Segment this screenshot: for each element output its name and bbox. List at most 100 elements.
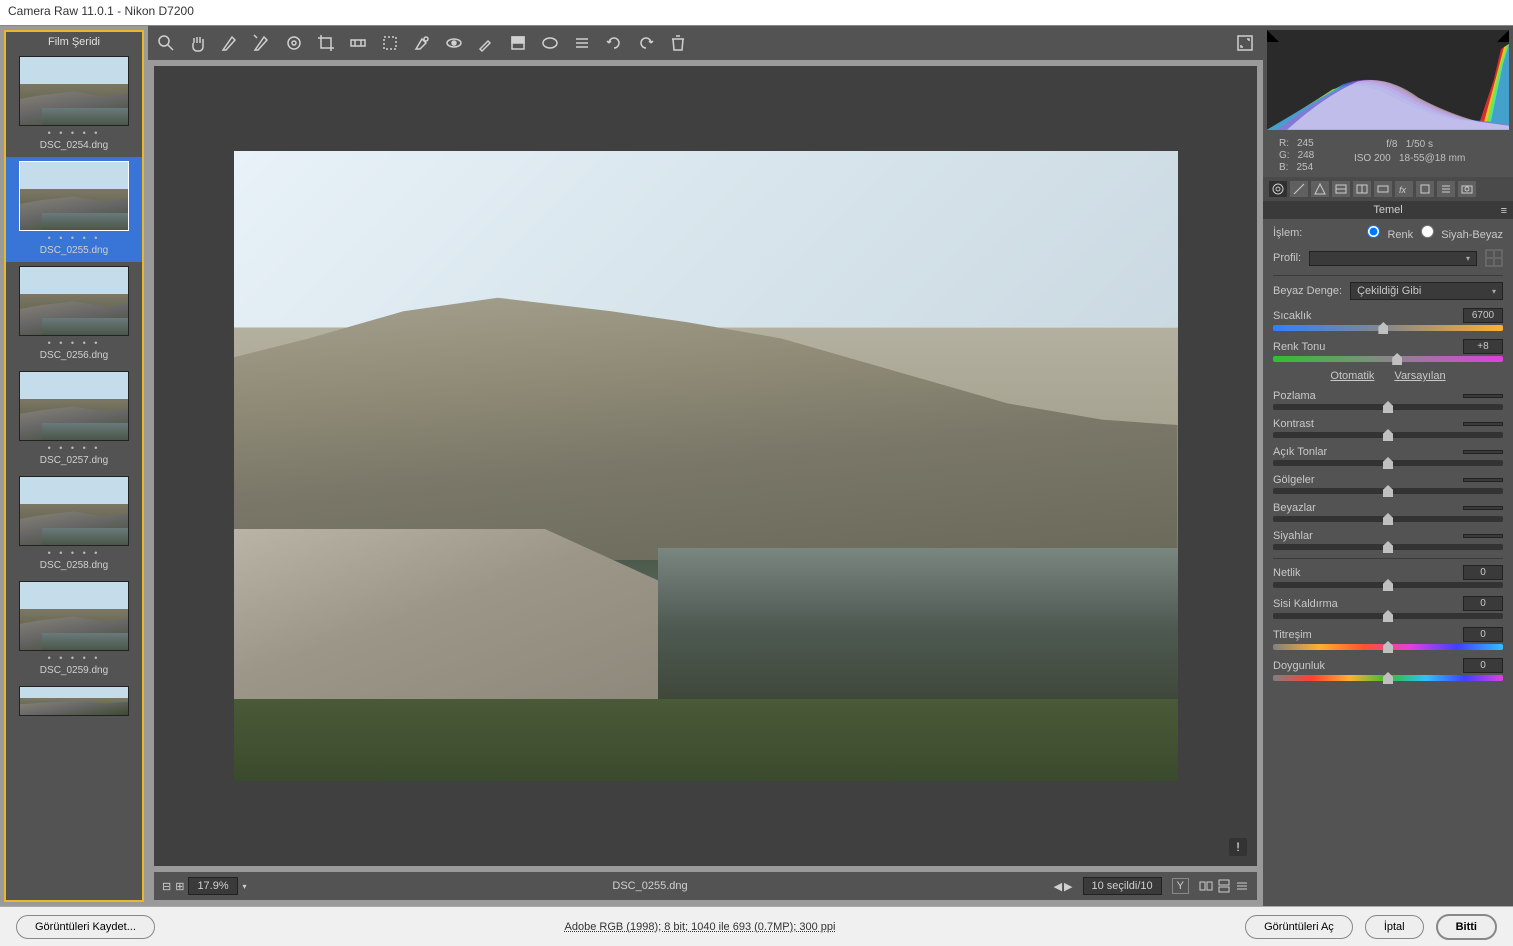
wb-select[interactable]: Çekildiği Gibi▾ xyxy=(1350,282,1503,300)
zoom-out-icon[interactable]: ⊟ xyxy=(162,880,171,893)
footer: Görüntüleri Kaydet... Adobe RGB (1998); … xyxy=(0,906,1513,946)
filmstrip-items: • • • • • DSC_0254.dng • • • • • DSC_025… xyxy=(6,52,142,900)
warning-icon[interactable]: ! xyxy=(1229,838,1247,856)
transform-tool-icon[interactable] xyxy=(380,33,400,53)
tab-snapshots-icon[interactable] xyxy=(1458,181,1476,197)
filmstrip-header: Film Şeridi xyxy=(6,32,142,52)
cancel-button[interactable]: İptal xyxy=(1365,915,1424,939)
saturation-slider[interactable]: Doygunluk0 xyxy=(1273,658,1503,681)
rotate-cw-icon[interactable] xyxy=(636,33,656,53)
zoom-level[interactable]: 17.9% xyxy=(188,877,238,895)
rating-dots[interactable]: • • • • • xyxy=(10,441,138,455)
workflow-link[interactable]: Adobe RGB (1998); 8 bit; 1040 ile 693 (0… xyxy=(167,921,1233,933)
tint-slider[interactable]: Renk Tonu+8 xyxy=(1273,339,1503,362)
crop-tool-icon[interactable] xyxy=(316,33,336,53)
profile-browser-icon[interactable] xyxy=(1485,249,1503,267)
targeted-adjust-tool-icon[interactable] xyxy=(284,33,304,53)
blacks-slider[interactable]: Siyahlar xyxy=(1273,530,1503,550)
radial-filter-icon[interactable] xyxy=(540,33,560,53)
shadows-slider[interactable]: Gölgeler xyxy=(1273,474,1503,494)
tab-fx-icon[interactable]: fx xyxy=(1395,181,1413,197)
right-panel: R:245 G:248 B:254 f/8 1/50 s ISO 200 18-… xyxy=(1263,26,1513,906)
next-image-icon[interactable]: ▶ xyxy=(1064,880,1072,893)
contrast-slider[interactable]: Kontrast xyxy=(1273,418,1503,438)
thumbnail[interactable] xyxy=(19,476,129,546)
tab-calibration-icon[interactable] xyxy=(1416,181,1434,197)
filmstrip-item[interactable] xyxy=(6,682,142,720)
thumbnail[interactable] xyxy=(19,371,129,441)
vibrance-slider[interactable]: Titreşim0 xyxy=(1273,627,1503,650)
svg-text:fx: fx xyxy=(1399,185,1407,195)
exposure-slider[interactable]: Pozlama xyxy=(1273,390,1503,410)
thumbnail[interactable] xyxy=(19,161,129,231)
temperature-slider[interactable]: Sıcaklık6700 xyxy=(1273,308,1503,331)
profile-select[interactable]: ▾ xyxy=(1309,251,1477,266)
filmstrip-item[interactable]: • • • • • DSC_0257.dng xyxy=(6,367,142,472)
clarity-slider[interactable]: Netlik0 xyxy=(1273,565,1503,588)
adjustment-brush-icon[interactable] xyxy=(476,33,496,53)
preview-image[interactable] xyxy=(234,151,1178,781)
hand-tool-icon[interactable] xyxy=(188,33,208,53)
filmstrip-item[interactable]: • • • • • DSC_0258.dng xyxy=(6,472,142,577)
color-sampler-tool-icon[interactable] xyxy=(252,33,272,53)
whites-slider[interactable]: Beyazlar xyxy=(1273,502,1503,522)
profile-label: Profil: xyxy=(1273,252,1301,264)
compare-menu-icon[interactable] xyxy=(1235,879,1249,893)
thumbnail[interactable] xyxy=(19,686,129,716)
rating-dots[interactable]: • • • • • xyxy=(10,336,138,350)
tab-hsl-icon[interactable] xyxy=(1332,181,1350,197)
tab-detail-icon[interactable] xyxy=(1311,181,1329,197)
tab-split-icon[interactable] xyxy=(1353,181,1371,197)
panel-header: Temel ≡ xyxy=(1263,201,1513,219)
straighten-tool-icon[interactable] xyxy=(348,33,368,53)
tab-presets-icon[interactable] xyxy=(1437,181,1455,197)
highlights-slider[interactable]: Açık Tonlar xyxy=(1273,446,1503,466)
status-bar: ⊟ ⊞ 17.9% ▾ DSC_0255.dng ◀ ▶ 10 seçildi/… xyxy=(154,872,1257,900)
tab-curve-icon[interactable] xyxy=(1290,181,1308,197)
red-eye-tool-icon[interactable] xyxy=(444,33,464,53)
filmstrip-item[interactable]: • • • • • DSC_0259.dng xyxy=(6,577,142,682)
auto-button[interactable]: Otomatik xyxy=(1330,370,1374,382)
selection-count[interactable]: 10 seçildi/10 xyxy=(1083,877,1162,895)
default-button[interactable]: Varsayılan xyxy=(1394,370,1445,382)
preview-area[interactable]: ! xyxy=(154,66,1257,866)
thumbnail-label: DSC_0258.dng xyxy=(10,560,138,573)
zoom-tool-icon[interactable] xyxy=(156,33,176,53)
rating-dots[interactable]: • • • • • xyxy=(10,651,138,665)
prev-image-icon[interactable]: ◀ xyxy=(1054,880,1062,893)
tab-lens-icon[interactable] xyxy=(1374,181,1392,197)
graduated-filter-icon[interactable] xyxy=(508,33,528,53)
filmstrip-item[interactable]: • • • • • DSC_0256.dng xyxy=(6,262,142,367)
radio-bw[interactable]: Siyah-Beyaz xyxy=(1421,225,1503,241)
rating-dots[interactable]: • • • • • xyxy=(10,231,138,245)
thumbnail[interactable] xyxy=(19,266,129,336)
thumbnail[interactable] xyxy=(19,581,129,651)
radio-color[interactable]: Renk xyxy=(1367,225,1413,241)
spot-removal-tool-icon[interactable] xyxy=(412,33,432,53)
toolbar xyxy=(148,26,1263,60)
open-images-button[interactable]: Görüntüleri Aç xyxy=(1245,915,1353,939)
dehaze-slider[interactable]: Sisi Kaldırma0 xyxy=(1273,596,1503,619)
thumbnail[interactable] xyxy=(19,56,129,126)
filmstrip-item[interactable]: • • • • • DSC_0255.dng xyxy=(6,157,142,262)
fullscreen-icon[interactable] xyxy=(1235,33,1255,53)
list-view-icon[interactable] xyxy=(572,33,592,53)
filmstrip: Film Şeridi • • • • • DSC_0254.dng • • •… xyxy=(4,30,144,902)
panel-menu-icon[interactable]: ≡ xyxy=(1501,205,1507,217)
compare-icon[interactable] xyxy=(1199,879,1213,893)
save-images-button[interactable]: Görüntüleri Kaydet... xyxy=(16,915,155,939)
rotate-ccw-icon[interactable] xyxy=(604,33,624,53)
white-balance-tool-icon[interactable] xyxy=(220,33,240,53)
trash-icon[interactable] xyxy=(668,33,688,53)
tab-basic-icon[interactable] xyxy=(1269,181,1287,197)
zoom-dropdown-icon[interactable]: ▾ xyxy=(242,882,246,891)
rating-dots[interactable]: • • • • • xyxy=(10,546,138,560)
thumbnail-label: DSC_0259.dng xyxy=(10,665,138,678)
zoom-in-icon[interactable]: ⊞ xyxy=(175,880,184,893)
compare-horiz-icon[interactable] xyxy=(1217,879,1231,893)
rating-dots[interactable]: • • • • • xyxy=(10,126,138,140)
filmstrip-item[interactable]: • • • • • DSC_0254.dng xyxy=(6,52,142,157)
histogram[interactable] xyxy=(1267,30,1509,130)
preview-toggle[interactable]: Y xyxy=(1172,878,1189,894)
done-button[interactable]: Bitti xyxy=(1436,914,1497,940)
